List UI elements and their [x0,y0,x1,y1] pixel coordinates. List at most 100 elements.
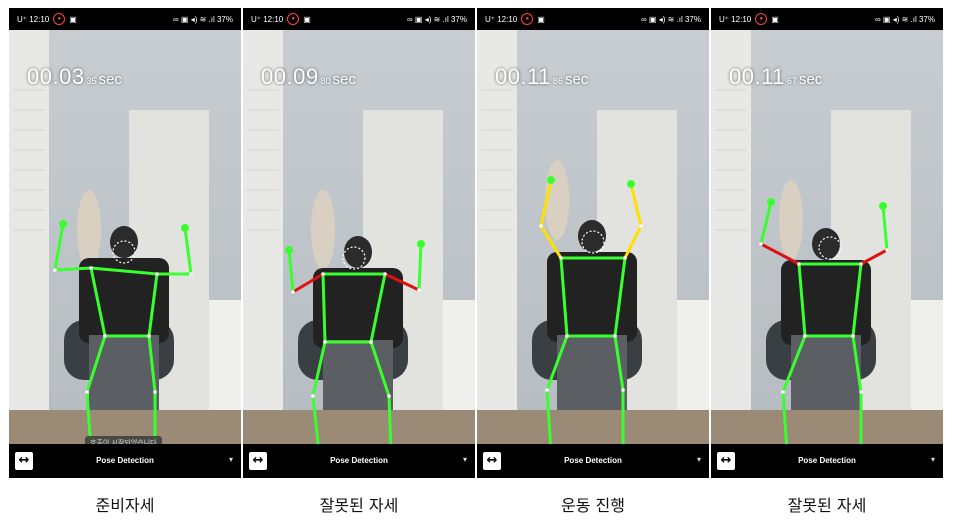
skeleton-arm-lower [881,204,889,252]
joint-keypoint [311,394,315,398]
timer-main: 00.11 [495,64,551,89]
bottom-bar: ↔ Pose Detection ▾ [477,444,709,478]
status-time: U⁺ 12:10 [17,14,50,24]
joint-keypoint [797,262,801,266]
battery-text: 37% [216,14,233,24]
joint-keypoint [613,334,617,338]
skeleton-bone [545,388,553,452]
hand-keypoint [181,224,189,232]
skeleton-bone [369,272,387,344]
joint-keypoint [89,266,93,270]
joint-keypoint [885,248,889,252]
image-icon: ▣ [69,14,77,24]
joint-keypoint [623,256,627,260]
skeleton-bone [311,340,327,398]
joint-keypoint [189,272,193,276]
skeleton-arm-lower [539,178,553,228]
joint-keypoint [291,290,295,294]
skeleton-bone [545,334,569,392]
skeleton-arm-upper [759,242,801,266]
timer-fraction: 86 [552,76,563,86]
elapsed-timer: 00.03 35 sec [27,64,122,90]
elapsed-timer: 00.09 80 sec [261,64,356,90]
bottom-bar: ↔ Pose Detection ▾ [9,444,241,478]
joint-keypoint [621,388,625,392]
timer-main: 00.03 [27,64,85,89]
timer-fraction: 35 [86,76,97,86]
image-icon: ▣ [771,14,779,24]
status-right: ∞ ▣ ◂) ≋ .ıl 37% [641,14,701,24]
joint-keypoint [369,340,373,344]
status-time: U⁺ 12:10 [485,14,518,24]
skeleton-bone [559,256,569,338]
timer-unit: sec [798,71,823,88]
joint-keypoint [759,242,763,246]
skeleton-bone [613,256,627,338]
joint-keypoint [85,390,89,394]
face-landmarks [581,230,605,254]
dropdown-arrow-icon[interactable]: ▾ [229,455,233,464]
joint-keypoint [321,272,325,276]
pose-skeleton [285,240,425,452]
pose-skeleton [539,176,643,452]
skeleton-bone [797,262,807,338]
hand-keypoint [59,220,67,228]
battery-text: 37% [684,14,701,24]
hand-keypoint [627,180,635,188]
skeleton-arm-lower [759,200,773,246]
battery-text: 37% [450,14,467,24]
joint-keypoint [417,288,421,292]
skeleton-arm-upper [539,224,563,260]
status-right: ∞ ▣ ◂) ≋ .ıl 37% [407,14,467,24]
skeleton-bone [89,266,159,276]
bottom-bar: ↔ Pose Detection ▾ [243,444,475,478]
skeleton-arm-lower [629,182,643,228]
joint-keypoint [639,224,643,228]
timer-main: 00.09 [261,64,319,89]
phone-screen-2: U⁺ 12:10 ● ▣ ∞ ▣ ◂) ≋ .ıl 37% 00.09 80 sec ↔… [243,8,475,478]
caption-2: 잘못된 자세 [319,496,399,515]
record-icon: ● [521,13,534,25]
joint-keypoint [155,272,159,276]
skeleton-arm-upper [383,272,421,292]
skeleton-bone [321,272,327,344]
joint-keypoint [153,390,157,394]
skeleton-bone [781,334,807,394]
mode-label: Pose Detection [96,456,154,465]
skeleton-arm-lower [53,222,65,272]
joint-keypoint [147,334,151,338]
skeleton-bone [89,266,107,338]
hand-keypoint [417,240,425,248]
timer-fraction: 80 [320,76,331,86]
caption-4: 잘못된 자세 [787,496,867,515]
mode-label: Pose Detection [798,456,856,465]
joint-keypoint [53,268,57,272]
status-bar: U⁺ 12:10 ● ▣ ∞ ▣ ◂) ≋ .ıl 37% [9,8,241,30]
status-bar: U⁺ 12:10 ● ▣ ∞ ▣ ◂) ≋ .ıl 37% [243,8,475,30]
skeleton-bone [613,334,625,392]
battery-text: 37% [918,14,935,24]
caption-3: 운동 진행 [561,496,625,515]
dropdown-arrow-icon[interactable]: ▾ [463,455,467,464]
hand-keypoint [285,246,293,254]
joint-keypoint [565,334,569,338]
timer-main: 00.11 [729,64,785,89]
skeleton-arm-lower [183,226,193,276]
phone-screen-3: U⁺ 12:10 ● ▣ ∞ ▣ ◂) ≋ .ıl 37% 00.11 86 sec ↔… [477,8,709,478]
dropdown-arrow-icon[interactable]: ▾ [697,455,701,464]
status-right: ∞ ▣ ◂) ≋ .ıl 37% [173,14,233,24]
record-icon: ● [287,13,300,25]
timer-unit: sec [98,71,122,88]
skeleton-bone [851,334,863,394]
hand-keypoint [547,176,555,184]
mode-label: Pose Detection [330,456,388,465]
face-landmarks [112,240,136,264]
skeleton-arm-lower [417,242,423,292]
status-bar: U⁺ 12:10 ● ▣ ∞ ▣ ◂) ≋ .ıl 37% [477,8,709,30]
elapsed-timer: 00.11 86 sec [495,64,588,90]
joint-keypoint [803,334,807,338]
timer-fraction: 67 [786,76,797,86]
phone-screen-1: U⁺ 12:10 ● ▣ ∞ ▣ ◂) ≋ .ıl 37% 00.03 35 sec 호… [9,8,241,478]
status-right: ∞ ▣ ◂) ≋ .ıl 37% [875,14,935,24]
dropdown-arrow-icon[interactable]: ▾ [931,455,935,464]
